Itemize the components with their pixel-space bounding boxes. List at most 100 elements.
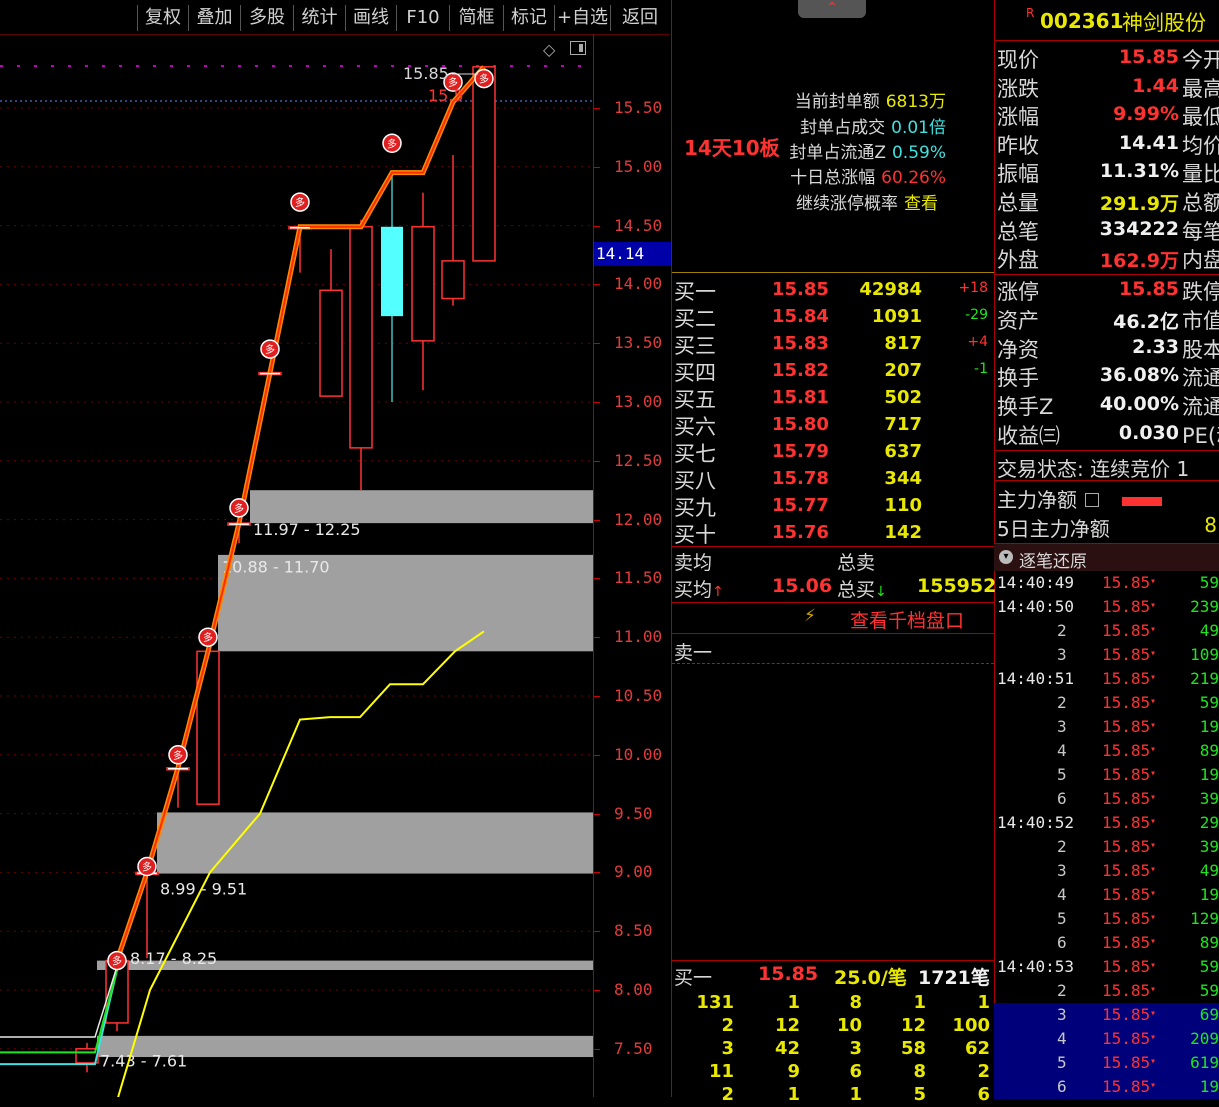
- bid-price: 15.77: [772, 495, 829, 516]
- tick-mark: [594, 108, 600, 109]
- bid-row[interactable]: 买一 15.85 42984 +18: [672, 276, 994, 304]
- tick-time: 2: [1057, 837, 1067, 856]
- bid-row[interactable]: 买八 15.78 344: [672, 465, 994, 493]
- tick-time: 2: [1057, 693, 1067, 712]
- tick-arrow-icon: ▾: [1150, 768, 1157, 779]
- support-zone: [250, 490, 593, 524]
- bid-row[interactable]: 买六 15.80 717: [672, 411, 994, 439]
- buy-signal-text: 多: [142, 861, 152, 874]
- chart-layout-icon[interactable]: [570, 41, 586, 55]
- bid-level: 买九: [674, 496, 716, 520]
- quote-value: 11.31%: [1099, 160, 1179, 183]
- bid-row[interactable]: 买二 15.84 1091 -29: [672, 303, 994, 331]
- tick-time: 5: [1057, 909, 1067, 928]
- bid-price: 15.80: [772, 414, 829, 435]
- queue-row: 131 1 8 1 1: [672, 992, 994, 1015]
- quote-value: 36.08%: [1099, 364, 1179, 387]
- ticks-header[interactable]: ▾ 逐笔还原: [994, 543, 1219, 572]
- quote-value: 15.85: [1118, 278, 1179, 300]
- tick-row: 6 15.85 ▾ 89: [994, 931, 1219, 955]
- tick-volume: 109: [1190, 645, 1219, 664]
- support-zone: [157, 812, 593, 874]
- price-tick: 13.00: [614, 392, 663, 411]
- tick-price: 15.85: [1102, 813, 1151, 832]
- seal-info-value: 0.01倍: [891, 118, 946, 138]
- tick-mark: [594, 519, 600, 521]
- toolbar-button-8[interactable]: +自选: [554, 5, 610, 31]
- bid-level: 买一: [674, 280, 716, 304]
- toolbar-button-4[interactable]: 画线: [345, 5, 396, 31]
- queue-row: 2 12 10 12 100: [672, 1015, 994, 1038]
- bid-price: 15.84: [772, 306, 829, 327]
- current-price-tag: 14.14: [594, 242, 672, 266]
- tick-time: 3: [1057, 861, 1067, 880]
- buy-signal-text: 多: [265, 343, 275, 356]
- quote-row: 昨收 14.41 均价: [994, 130, 1219, 158]
- tick-arrow-icon: ▾: [1150, 576, 1157, 587]
- tick-volume: 209: [1190, 1029, 1219, 1048]
- toolbar-button-0[interactable]: 复权: [137, 5, 188, 31]
- tick-volume: 49: [1199, 621, 1219, 640]
- tick-row: 5 15.85 ▾ 619: [994, 1051, 1219, 1075]
- quote-label-2: 每笔: [1182, 219, 1219, 244]
- bid-row[interactable]: 买十 15.76 142: [672, 519, 994, 547]
- tick-arrow-icon: ▾: [1150, 720, 1157, 731]
- bid-row[interactable]: 买四 15.82 207 -1: [672, 357, 994, 385]
- toolbar-button-7[interactable]: 标记: [503, 5, 554, 31]
- toolbar-button-9[interactable]: 返回: [610, 5, 669, 31]
- tick-volume: 19: [1199, 717, 1219, 736]
- queue-cell: 1: [787, 992, 800, 1013]
- collapse-circle-icon[interactable]: ▾: [999, 550, 1013, 564]
- buy-avg-label: 买均↑: [674, 579, 724, 601]
- tick-arrow-icon: ▾: [1150, 744, 1157, 755]
- quote-label: 现价: [997, 48, 1039, 72]
- list-icon[interactable]: [1085, 493, 1100, 507]
- bid-row[interactable]: 买七 15.79 637: [672, 438, 994, 466]
- collapse-icon[interactable]: ⌃: [798, 0, 866, 18]
- tick-volume: 29: [1199, 813, 1219, 832]
- toolbar-button-6[interactable]: 简框: [449, 5, 503, 31]
- bid-change: -1: [974, 361, 988, 377]
- tick-price: 15.85: [1102, 693, 1151, 712]
- tick-volume: 239: [1190, 597, 1219, 616]
- bid-row[interactable]: 买五 15.81 502: [672, 384, 994, 412]
- toolbar-button-1[interactable]: 叠加: [188, 5, 240, 31]
- bid-level: 买二: [674, 307, 716, 331]
- tick-price: 15.85: [1102, 885, 1151, 904]
- tick-price: 15.85: [1102, 981, 1151, 1000]
- price-tick: 15.50: [614, 98, 663, 117]
- buy-signal-text: 多: [234, 502, 244, 515]
- bid-row[interactable]: 买九 15.77 110: [672, 492, 994, 520]
- chart-settings-icon[interactable]: ◇: [543, 40, 555, 59]
- queue-cell: 3: [721, 1038, 734, 1059]
- tick-price: 15.85: [1102, 621, 1151, 640]
- stock-header[interactable]: R 002361 神剑股份: [994, 0, 1219, 41]
- tick-row: 6 15.85 ▾ 39: [994, 787, 1219, 811]
- seal-info-value: 60.26%: [881, 168, 946, 188]
- quote-value: 40.00%: [1099, 393, 1179, 416]
- toolbar-button-2[interactable]: 多股: [240, 5, 293, 31]
- tick-row: 14:40:51 15.85 ▾ 219: [994, 667, 1219, 691]
- tick-row: 3 15.85 ▾ 49: [994, 859, 1219, 883]
- kline-chart[interactable]: 11.97 - 12.25 10.88 - 11.70 8.99 - 9.51 8.1…: [0, 34, 593, 1097]
- price-tick: 10.50: [614, 686, 663, 705]
- tick-mark: [594, 813, 600, 815]
- quote-label: 资产: [997, 308, 1039, 333]
- buy-signal-text: 多: [112, 955, 122, 968]
- view-thousand-book-link[interactable]: 查看千档盘口: [850, 606, 964, 633]
- quote-value: 291.9万: [1099, 193, 1179, 215]
- price-tick: 15.00: [614, 156, 663, 176]
- tick-arrow-icon: ▾: [1150, 816, 1157, 827]
- quote-value: 1.44: [1132, 74, 1179, 97]
- tick-time: 4: [1057, 741, 1067, 760]
- bid-row[interactable]: 买三 15.83 817 +4: [672, 330, 994, 358]
- candle-body: [411, 226, 435, 342]
- toolbar-button-3[interactable]: 统计: [293, 5, 345, 31]
- queue-cell: 8: [849, 992, 862, 1013]
- toolbar-button-5[interactable]: F10: [396, 5, 449, 31]
- quote-label: 涨跌: [997, 76, 1039, 101]
- tick-arrow-icon: ▾: [1150, 672, 1157, 683]
- tick-mark: [594, 578, 600, 580]
- bid-level: 买五: [674, 388, 716, 412]
- seal-info-row[interactable]: 继续涨停概率 查看: [796, 189, 938, 214]
